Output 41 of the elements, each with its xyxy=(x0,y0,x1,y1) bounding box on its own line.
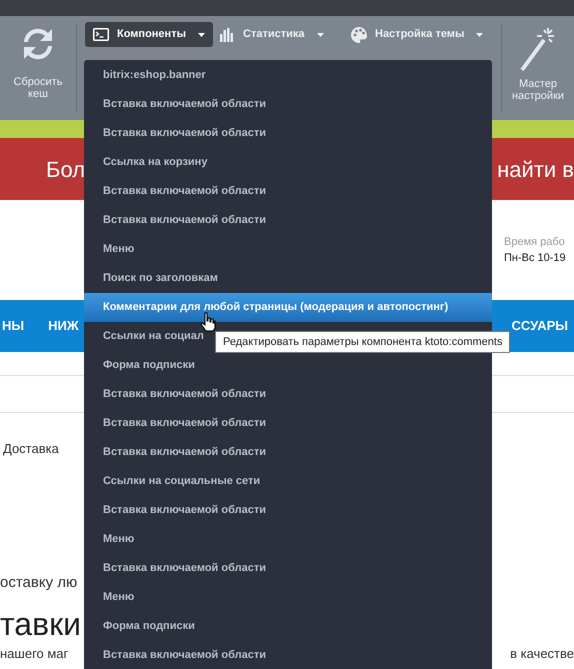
menu-item[interactable]: Меню xyxy=(84,583,492,612)
hand-cursor-icon xyxy=(200,312,216,332)
menu-item[interactable]: Ссылки на социальные сети xyxy=(84,467,492,496)
body-text: в качестве xyxy=(510,646,574,662)
body-text: оставку лю xyxy=(0,572,78,592)
menu-item[interactable]: Вставка включаемой области xyxy=(84,119,492,148)
caret-icon xyxy=(198,32,205,36)
menu-item[interactable]: Вставка включаемой области xyxy=(84,90,492,119)
caret-icon xyxy=(476,32,484,36)
hours-text: Пн-Вс 10-19 xyxy=(504,251,567,266)
toolbar-tab[interactable]: Компоненты xyxy=(85,22,213,47)
menu-item[interactable]: Вставка включаемой области xyxy=(84,496,492,525)
section-heading: тавки xyxy=(0,605,80,644)
menu-item[interactable]: Вставка включаемой области xyxy=(84,641,492,669)
breadcrumb-link[interactable]: Доставка xyxy=(3,439,73,458)
menu-item[interactable]: Форма подписки xyxy=(84,612,492,641)
menu-item[interactable]: Вставка включаемой области xyxy=(84,438,492,467)
nav-link[interactable]: НИЖ xyxy=(48,316,79,336)
menu-item[interactable]: Комментарии для любой страницы (модерация и автопостинг) xyxy=(84,293,492,322)
menu-item[interactable]: Вставка включаемой области xyxy=(84,177,492,206)
menu-item[interactable]: Вставка включаемой области xyxy=(84,206,492,235)
body-text: нашего маг xyxy=(0,646,68,662)
banner-text: найти в xyxy=(497,156,574,184)
terminal-icon xyxy=(93,28,109,41)
palette-icon xyxy=(351,26,367,42)
menu-item[interactable]: Поиск по заголовкам xyxy=(84,264,492,293)
caret-icon xyxy=(316,32,324,36)
menu-item[interactable]: Вставка включаемой области xyxy=(84,380,492,409)
menu-item[interactable]: Меню xyxy=(84,235,492,264)
menu-item[interactable]: Вставка включаемой области xyxy=(84,409,492,438)
hours-label: Время рабо xyxy=(504,235,566,250)
menu-item[interactable]: bitrix:eshop.banner xyxy=(84,61,492,90)
banner-text: Бол xyxy=(46,156,86,184)
menu-item[interactable]: Ссылка на корзину xyxy=(84,148,492,177)
menu-item[interactable]: Форма подписки xyxy=(84,351,492,380)
nav-link[interactable]: НЫ xyxy=(2,316,24,336)
nav-link[interactable]: ССУАРЫ xyxy=(511,316,568,336)
menu-item[interactable]: Меню xyxy=(84,525,492,554)
tooltip: Редактировать параметры компонента ktoto:comments xyxy=(215,331,510,353)
menu-item[interactable]: Вставка включаемой области xyxy=(84,554,492,583)
bar-chart-icon xyxy=(219,28,235,42)
